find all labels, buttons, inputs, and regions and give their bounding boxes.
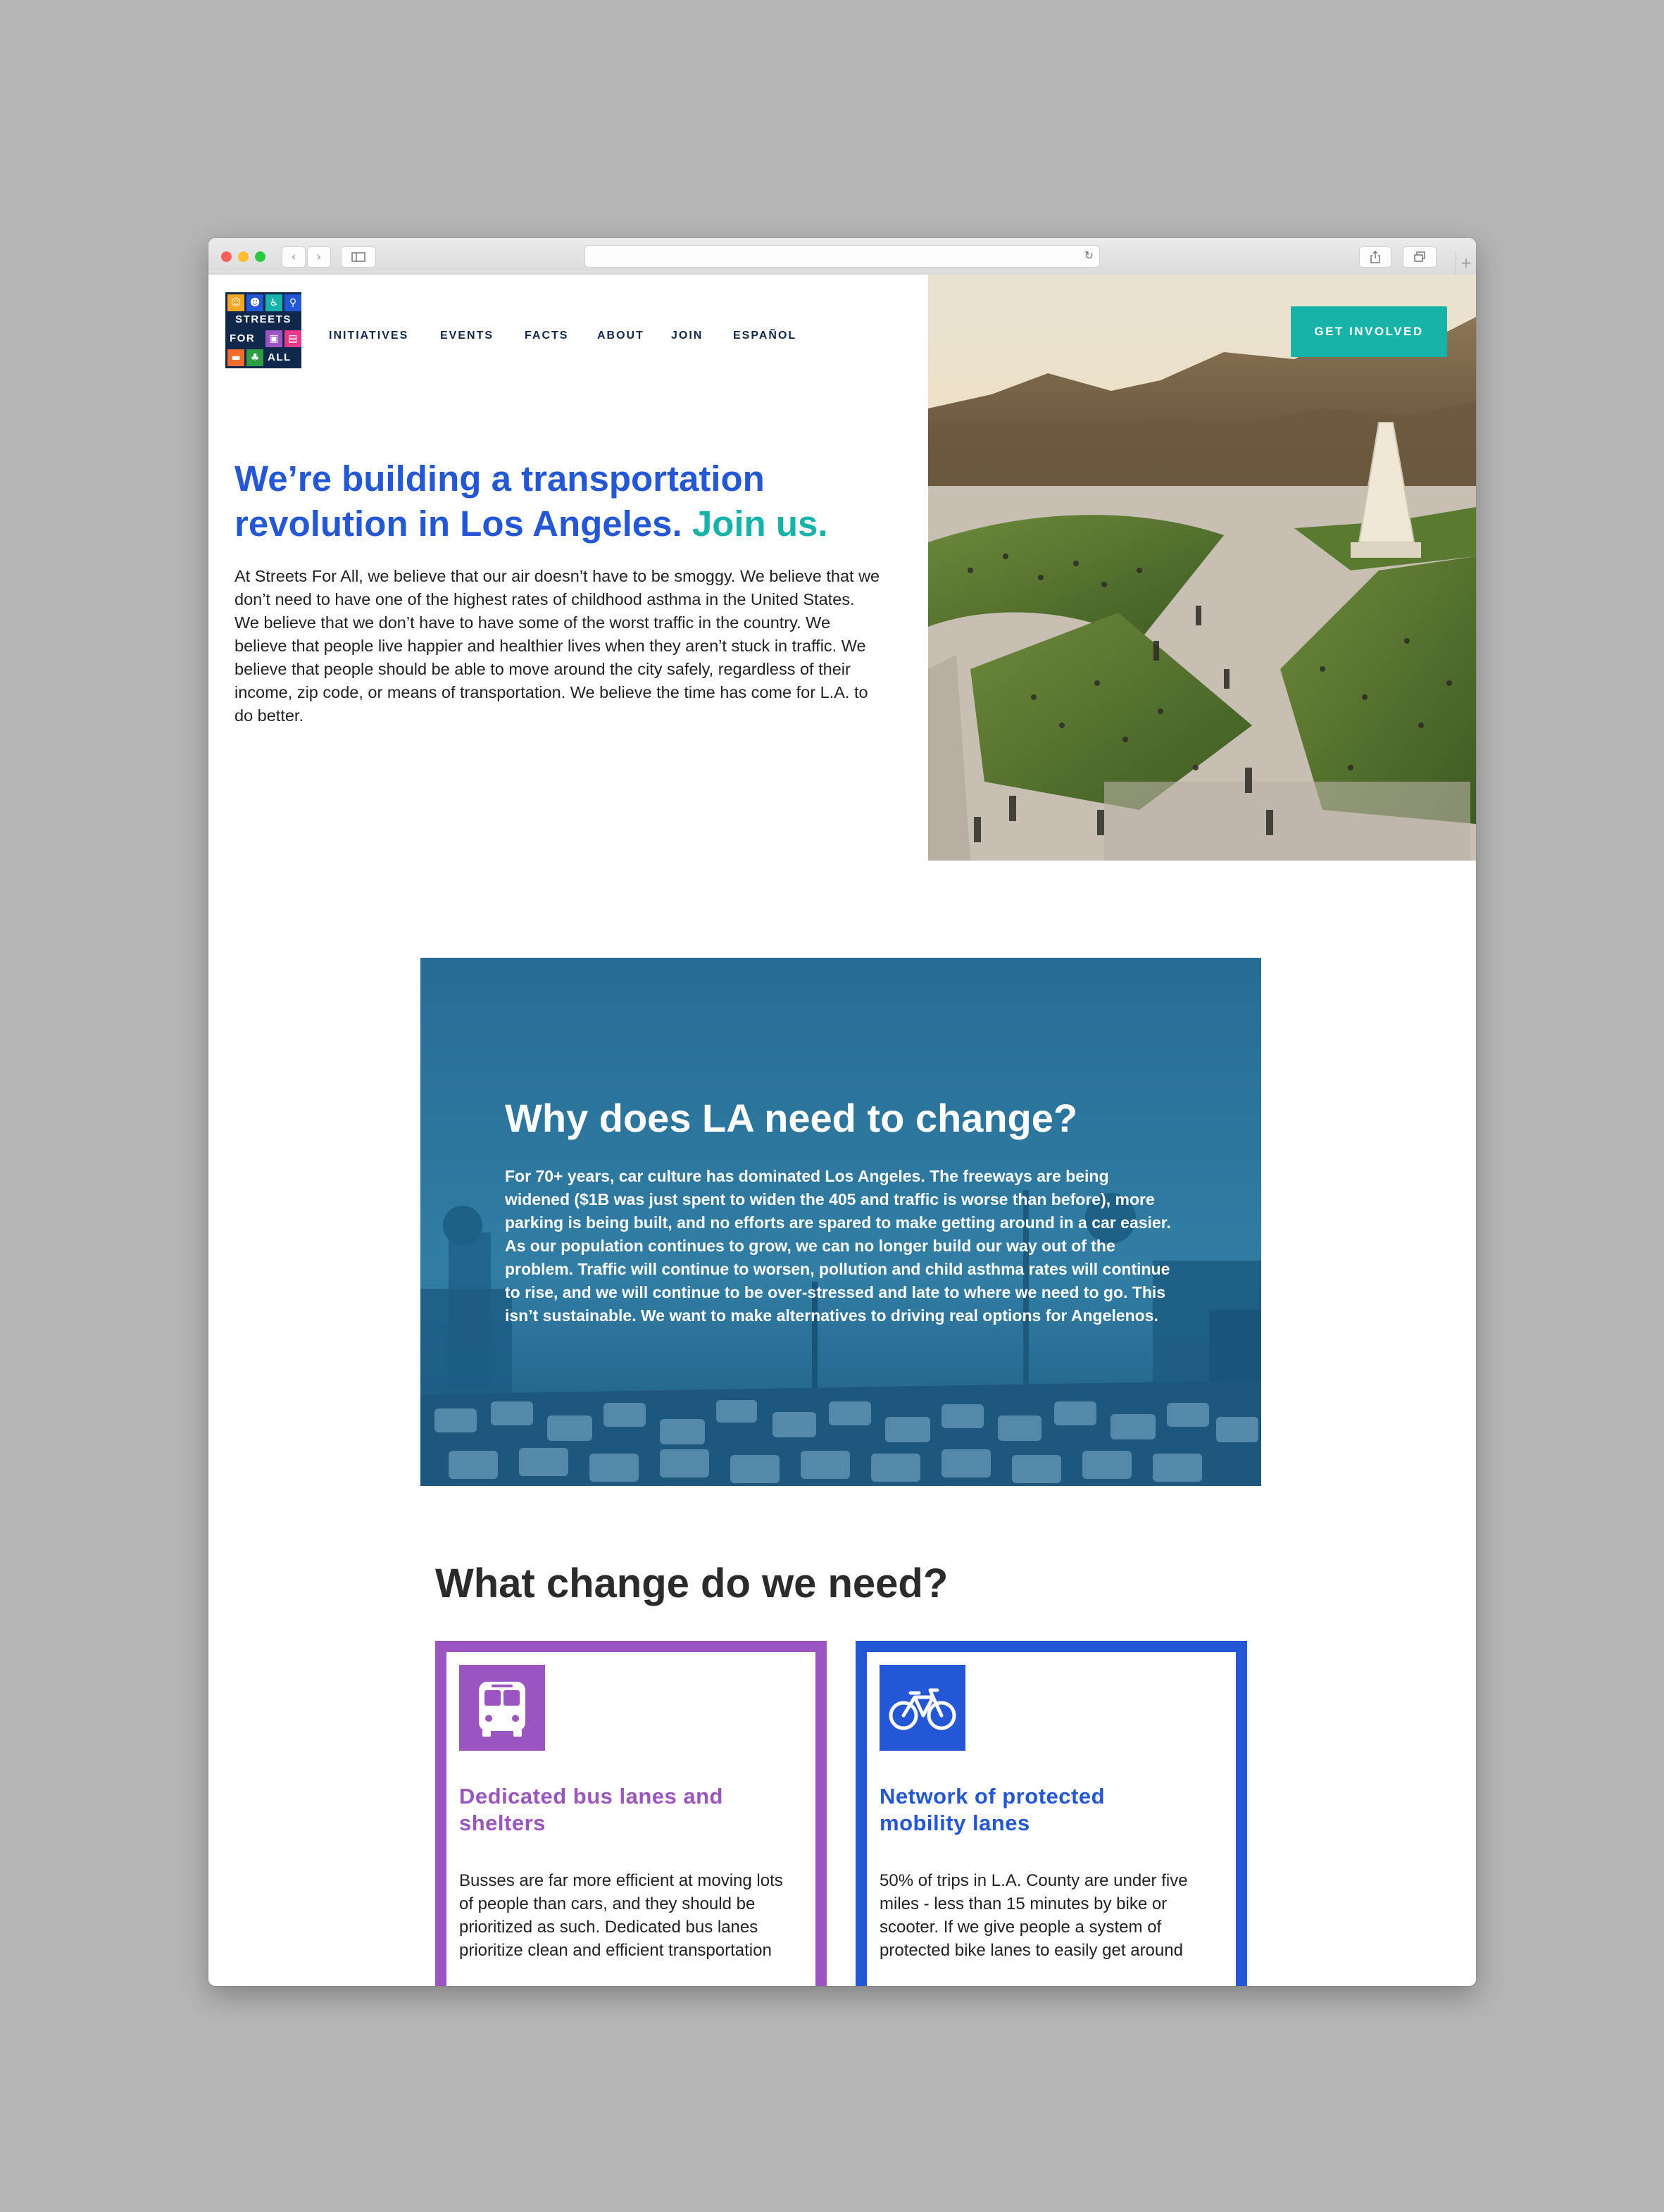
nav-facts[interactable]: FACTS <box>525 330 568 342</box>
reload-icon[interactable]: ↻ <box>1084 249 1094 262</box>
minimize-window-button[interactable] <box>238 251 249 262</box>
hero-photo-griffith-observatory <box>928 275 1476 861</box>
why-body: For 70+ years, car culture has dominated… <box>505 1167 1171 1325</box>
bus-lanes-body: Busses are far more efficient at moving … <box>459 1871 783 1960</box>
bike-icon: ⚲ <box>284 294 301 311</box>
share-icon[interactable] <box>1359 246 1391 268</box>
car-small-icon: ▬ <box>227 349 244 366</box>
bus-small-icon: ▣ <box>265 330 282 347</box>
nav-initiatives[interactable]: INITIATIVES <box>329 330 408 342</box>
walk-icon: ☺ <box>227 294 244 311</box>
logo-text-streets: STREETS <box>235 313 292 325</box>
nav-espanol[interactable]: ESPAÑOL <box>733 330 796 342</box>
streets-for-all-logo[interactable]: ☺ ☻ ♿ ⚲ STREETS FOR ▣ ▤ ▬ ♣ ALL <box>225 292 301 368</box>
mobility-lanes-title: Network of protected mobility lanes <box>880 1784 1106 1835</box>
zoom-window-button[interactable] <box>255 251 265 262</box>
browser-window: ‹ › ↻ + ☺ ☻ ♿ ⚲ STREETS FOR ▣ ▤ ▬ ♣ ALL <box>208 238 1476 1986</box>
why-change-section: Why does LA need to change? For 70+ year… <box>420 958 1261 1486</box>
why-title: Why does LA need to change? <box>505 1096 1078 1140</box>
nav-about[interactable]: ABOUT <box>597 330 644 342</box>
webpage: ☺ ☻ ♿ ⚲ STREETS FOR ▣ ▤ ▬ ♣ ALL INITIATI… <box>208 275 1476 1986</box>
hero-intro: At Streets For All, we believe that our … <box>234 567 880 725</box>
nav-join[interactable]: JOIN <box>671 330 703 342</box>
get-involved-button[interactable]: GET INVOLVED <box>1291 306 1447 357</box>
train-small-icon: ▤ <box>284 330 301 347</box>
hero-headline-accent: Join us. <box>692 504 828 544</box>
bicycle-icon <box>880 1665 965 1751</box>
browser-toolbar: ‹ › ↻ + <box>208 238 1476 275</box>
logo-text-all: ALL <box>268 351 292 363</box>
hero-headline: We’re building a transportation revoluti… <box>234 456 911 546</box>
new-tab-button[interactable]: + <box>1456 251 1476 275</box>
nav-events[interactable]: EVENTS <box>440 330 494 342</box>
address-bar[interactable]: ↻ <box>584 245 1100 268</box>
logo-text-for: FOR <box>230 332 256 344</box>
sidebar-icon[interactable] <box>341 246 376 268</box>
mobility-lanes-body: 50% of trips in L.A. County are under fi… <box>880 1871 1188 1960</box>
wheelchair-icon: ♿ <box>265 294 282 311</box>
tabs-icon[interactable] <box>1403 246 1437 268</box>
run-icon: ☻ <box>246 294 263 311</box>
chevron-right-icon[interactable]: › <box>307 246 331 268</box>
bus-lanes-card[interactable]: Dedicated bus lanes and shelters Busses … <box>435 1641 827 1986</box>
close-window-button[interactable] <box>221 251 232 262</box>
change-title: What change do we need? <box>435 1561 949 1606</box>
hero-headline-text: We’re building a transportation revoluti… <box>234 458 765 544</box>
chevron-left-icon[interactable]: ‹ <box>282 246 306 268</box>
mobility-lanes-card[interactable]: Network of protected mobility lanes 50% … <box>856 1641 1247 1986</box>
tree-small-icon: ♣ <box>246 349 263 366</box>
bus-icon <box>459 1665 545 1751</box>
bus-lanes-title: Dedicated bus lanes and shelters <box>459 1784 723 1835</box>
